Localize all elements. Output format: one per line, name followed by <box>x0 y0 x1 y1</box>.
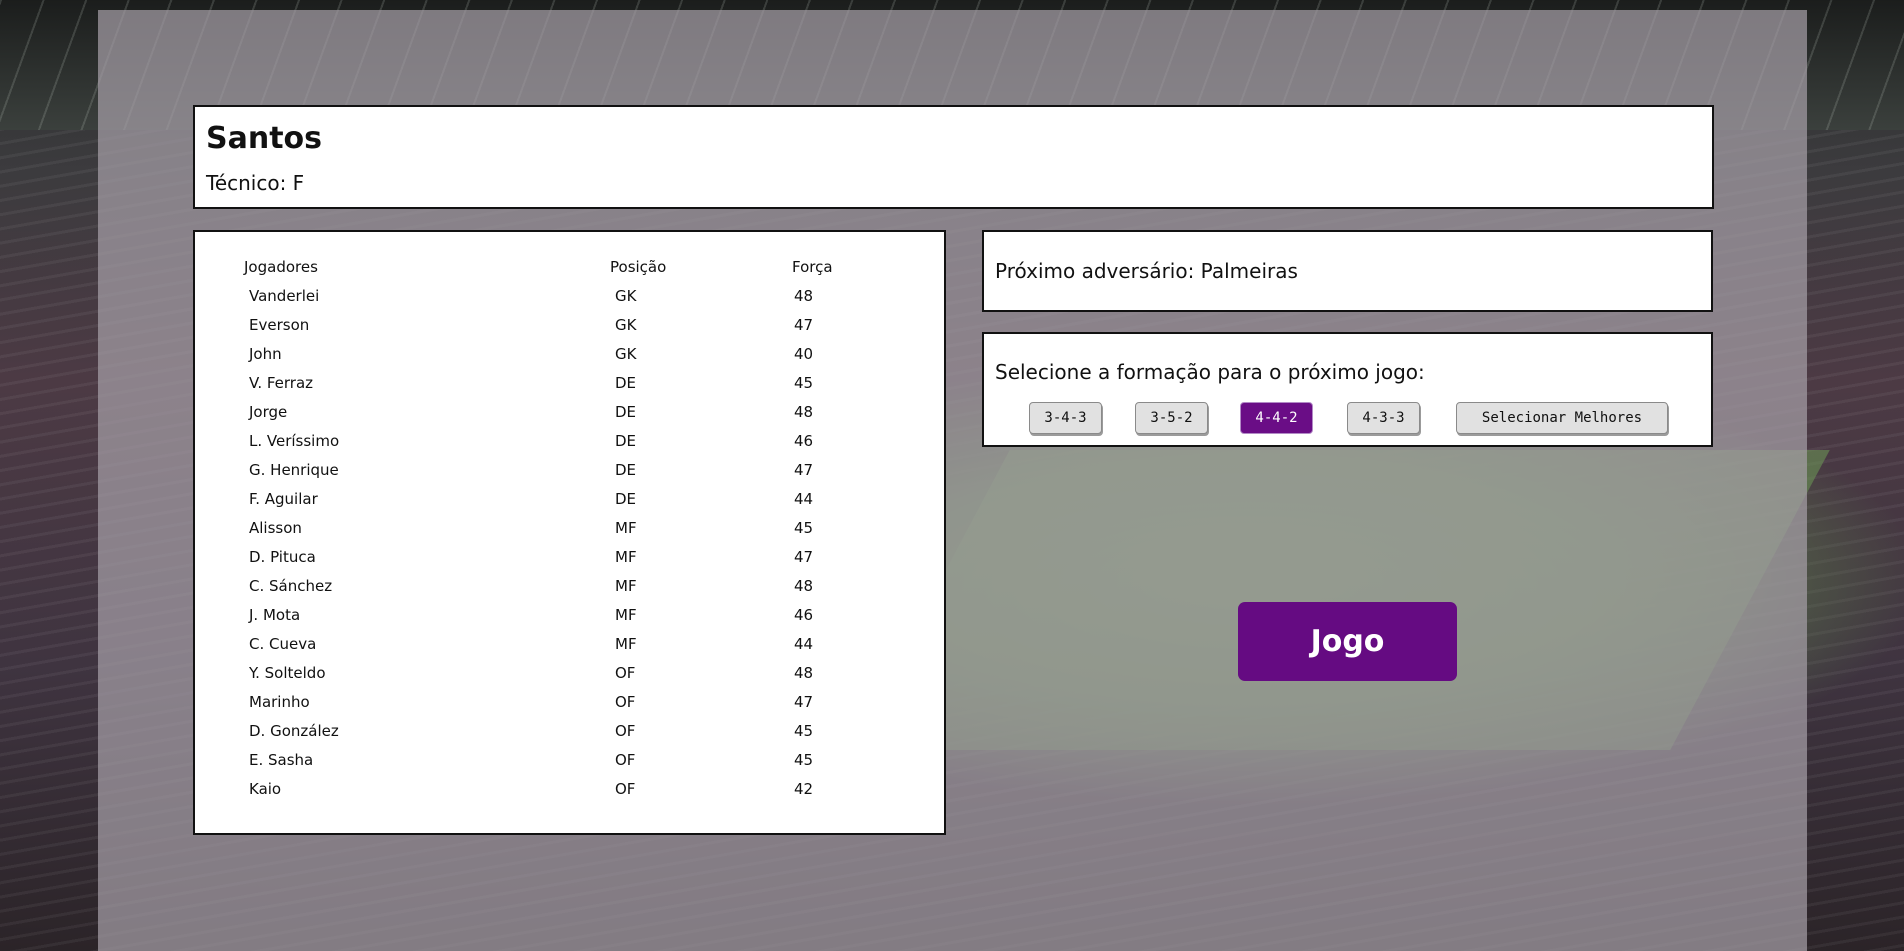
select-best-button[interactable]: Selecionar Melhores <box>1456 402 1668 434</box>
player-name: C. Cueva <box>249 635 317 653</box>
player-position: MF <box>615 635 637 653</box>
player-strength: 47 <box>794 461 814 479</box>
player-position: GK <box>615 287 637 305</box>
play-match-button[interactable]: Jogo <box>1238 602 1457 681</box>
player-position: OF <box>615 722 636 740</box>
next-opponent-panel: Próximo adversário: Palmeiras <box>982 230 1713 312</box>
player-name: Marinho <box>249 693 310 711</box>
player-name: L. Veríssimo <box>249 432 340 450</box>
player-strength: 47 <box>794 693 814 711</box>
formation-prompt: Selecione a formação para o próximo jogo… <box>995 360 1425 384</box>
player-name: Alisson <box>249 519 302 537</box>
player-strength: 46 <box>794 432 814 450</box>
player-strength: 45 <box>794 519 814 537</box>
player-strength: 45 <box>794 374 814 392</box>
formation-button-4-4-2[interactable]: 4-4-2 <box>1240 402 1313 434</box>
player-name: D. Pituca <box>249 548 316 566</box>
column-header-position: Posição <box>610 258 667 276</box>
player-position: MF <box>615 519 637 537</box>
player-name: Kaio <box>249 780 282 798</box>
player-strength: 48 <box>794 664 814 682</box>
player-strength: 48 <box>794 287 814 305</box>
player-name: Vanderlei <box>249 287 320 305</box>
roster-table: Jogadores Posição Força Vanderlei GK 48 Eve… <box>193 230 946 835</box>
player-name: Y. Solteldo <box>249 664 326 682</box>
player-strength: 44 <box>794 635 814 653</box>
coach-label: Técnico: F <box>206 171 305 195</box>
player-position: DE <box>615 461 637 479</box>
player-name: Jorge <box>249 403 288 421</box>
player-strength: 46 <box>794 606 814 624</box>
player-name: J. Mota <box>249 606 301 624</box>
column-header-players: Jogadores <box>244 258 318 276</box>
player-strength: 44 <box>794 490 814 508</box>
formation-button-3-5-2[interactable]: 3-5-2 <box>1135 402 1208 434</box>
player-strength: 40 <box>794 345 814 363</box>
player-position: OF <box>615 664 636 682</box>
team-header-panel: Santos Técnico: F <box>193 105 1714 209</box>
player-strength: 45 <box>794 751 814 769</box>
player-strength: 42 <box>794 780 814 798</box>
player-name: Everson <box>249 316 310 334</box>
player-position: DE <box>615 490 637 508</box>
player-name: E. Sasha <box>249 751 314 769</box>
next-opponent-label: Próximo adversário: Palmeiras <box>995 259 1298 283</box>
player-position: GK <box>615 345 637 363</box>
player-position: DE <box>615 374 637 392</box>
player-name: V. Ferraz <box>249 374 314 392</box>
team-name: Santos <box>206 121 323 156</box>
player-strength: 45 <box>794 722 814 740</box>
formation-button-4-3-3[interactable]: 4-3-3 <box>1347 402 1420 434</box>
player-position: OF <box>615 693 636 711</box>
player-position: GK <box>615 316 637 334</box>
column-header-strength: Força <box>792 258 833 276</box>
formation-panel: Selecione a formação para o próximo jogo… <box>982 332 1713 447</box>
player-name: John <box>249 345 282 363</box>
player-position: DE <box>615 432 637 450</box>
player-position: OF <box>615 751 636 769</box>
player-strength: 48 <box>794 403 814 421</box>
player-strength: 47 <box>794 548 814 566</box>
player-name: G. Henrique <box>249 461 339 479</box>
player-position: OF <box>615 780 636 798</box>
player-name: F. Aguilar <box>249 490 318 508</box>
player-position: MF <box>615 577 637 595</box>
player-name: D. González <box>249 722 339 740</box>
player-position: DE <box>615 403 637 421</box>
player-strength: 47 <box>794 316 814 334</box>
player-position: MF <box>615 548 637 566</box>
player-position: MF <box>615 606 637 624</box>
formation-button-3-4-3[interactable]: 3-4-3 <box>1029 402 1102 434</box>
player-strength: 48 <box>794 577 814 595</box>
player-name: C. Sánchez <box>249 577 333 595</box>
